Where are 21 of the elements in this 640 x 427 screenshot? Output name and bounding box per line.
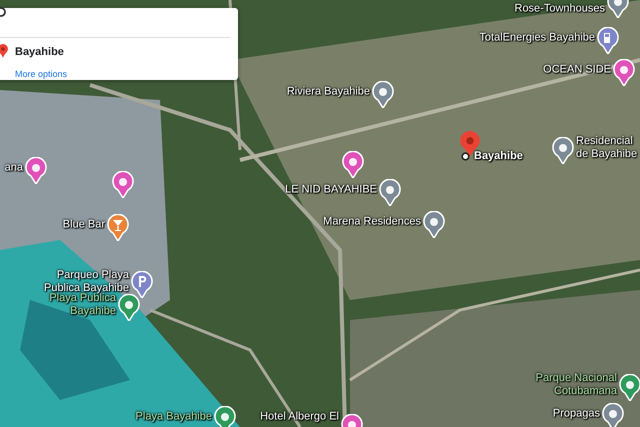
place-label[interactable]: OCEAN SIDE <box>543 64 611 76</box>
place-label[interactable]: Hotel Albergo El <box>260 410 339 424</box>
place-label[interactable]: ana <box>4 162 23 174</box>
place-label[interactable]: Bayahibe <box>474 150 523 163</box>
place-title: Bayahibe <box>15 45 65 60</box>
location-ring-icon <box>461 152 470 161</box>
map-pin-icon[interactable] <box>214 406 236 427</box>
place-label[interactable]: Residencial de Bayahibe <box>576 135 638 161</box>
place-label[interactable]: TotalEnergies Bayahibe <box>479 32 595 44</box>
parking-pin-icon[interactable] <box>131 271 153 298</box>
place-label[interactable]: Rose-Townhouses <box>514 2 605 16</box>
place-label[interactable]: Blue Bar <box>62 218 105 232</box>
cocktail-pin-icon[interactable] <box>107 214 129 241</box>
place-label[interactable]: Propagas <box>552 408 600 420</box>
place-label[interactable]: Parque Nacional Cotubamana <box>536 372 617 398</box>
more-options-link[interactable]: More options <box>15 68 68 78</box>
fuel-pin-icon[interactable] <box>597 27 619 54</box>
place-label[interactable]: LE NID BAYAHIBE <box>285 184 377 196</box>
place-label[interactable]: Marena Residences <box>323 216 421 228</box>
place-label[interactable]: Riviera Bayahibe <box>286 86 370 98</box>
map-pin-icon <box>0 44 8 58</box>
